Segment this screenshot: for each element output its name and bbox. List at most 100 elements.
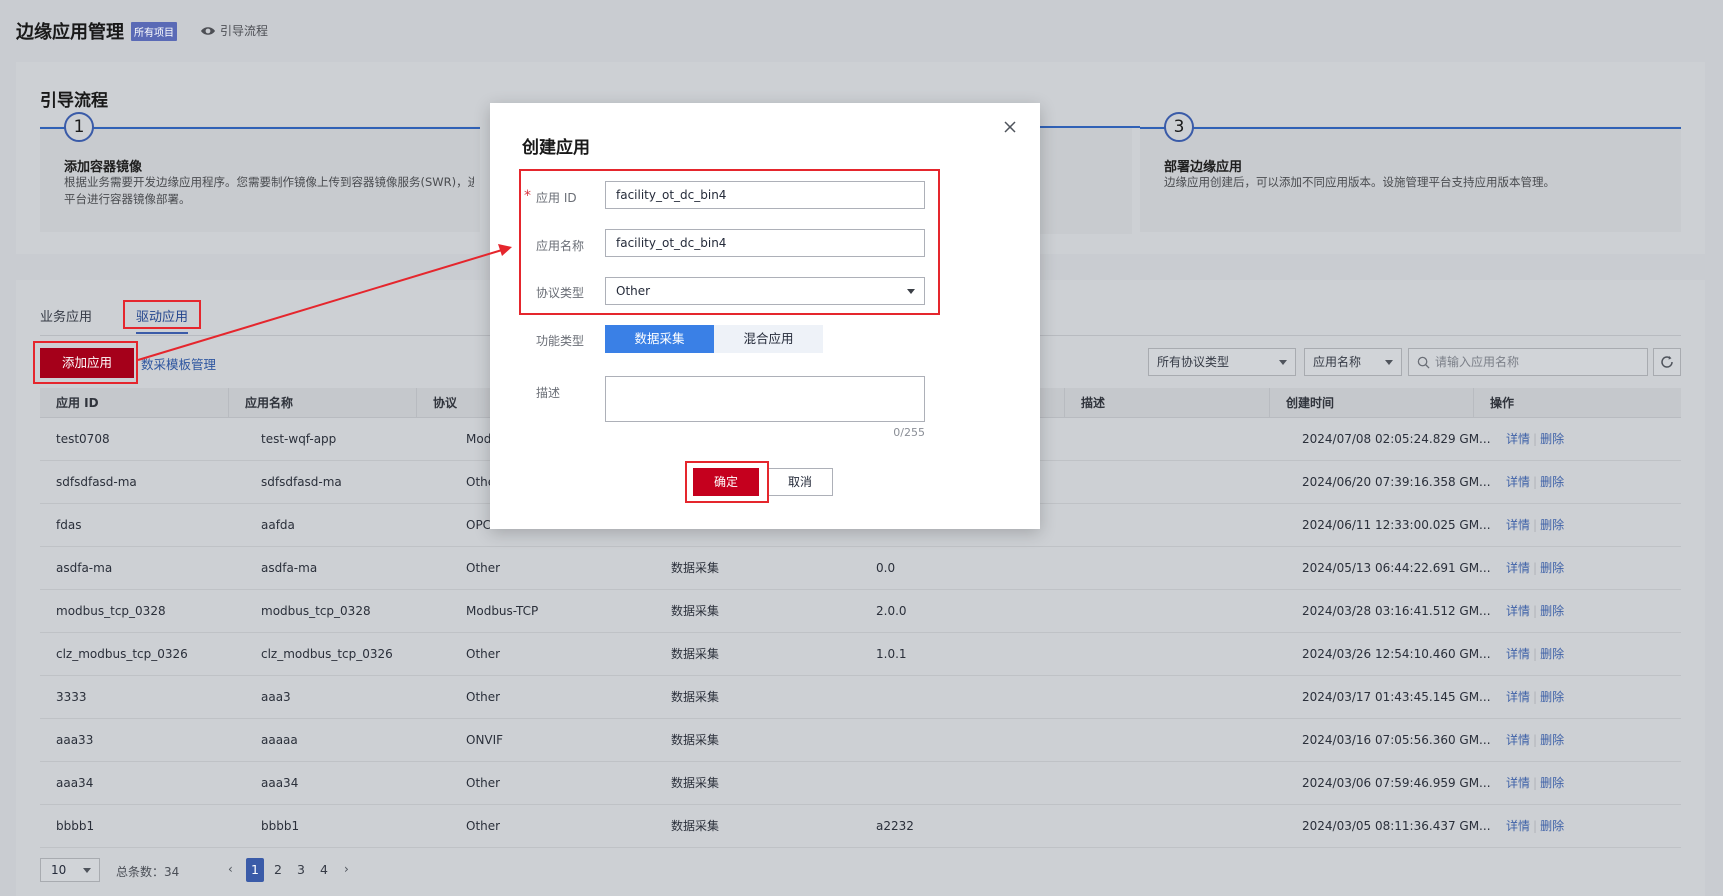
search-input[interactable] (1435, 352, 1640, 372)
tab-driver-apps-label: 驱动应用 (136, 310, 189, 325)
step-number-circle: 1 (64, 112, 94, 142)
prev-page-icon[interactable]: ‹ (228, 862, 233, 876)
close-icon[interactable] (1002, 119, 1018, 135)
confirm-button[interactable]: 确定 (693, 468, 759, 496)
cell-app-id: sdfsdfasd-ma (56, 475, 137, 489)
delete-link[interactable]: 删除 (1540, 561, 1564, 575)
delete-link[interactable]: 删除 (1540, 518, 1564, 532)
cell-function-type: 数据采集 (671, 604, 720, 618)
page-1[interactable]: 1 (246, 858, 264, 882)
cell-created-time: 2024/06/11 12:33:00.025 GM... (1302, 518, 1491, 532)
guide-step-1: 1 添加容器镜像 根据业务需要开发边缘应用程序。您需要制作镜像上传到容器镜像服务… (40, 112, 480, 232)
cancel-button[interactable]: 取消 (767, 468, 833, 496)
description-textarea[interactable] (605, 376, 925, 422)
tab-business-apps[interactable]: 业务应用 (40, 306, 92, 325)
function-type-data-collection[interactable]: 数据采集 (605, 325, 714, 353)
cell-app-id: asdfa-ma (56, 561, 113, 575)
function-type-hybrid[interactable]: 混合应用 (714, 325, 823, 353)
protocol-filter-select[interactable]: 所有协议类型 (1148, 348, 1296, 376)
delete-link[interactable]: 删除 (1540, 432, 1564, 446)
detail-link[interactable]: 详情 (1506, 733, 1530, 747)
cell-version: 2.0.0 (876, 604, 907, 618)
cell-actions: 详情 | 删除 (1506, 547, 1564, 590)
detail-link[interactable]: 详情 (1506, 475, 1530, 489)
cell-actions: 详情 | 删除 (1506, 461, 1564, 504)
action-divider: | (1533, 604, 1538, 618)
delete-link[interactable]: 删除 (1540, 690, 1564, 704)
page-4[interactable]: 4 (314, 858, 334, 882)
cell-function-type: 数据采集 (671, 733, 720, 747)
template-manage-link[interactable]: 数采模板管理 (141, 354, 216, 373)
step-title: 添加容器镜像 (64, 160, 143, 175)
cell-protocol: Other (466, 690, 501, 704)
cell-created-time: 2024/03/17 01:43:45.145 GM... (1302, 690, 1491, 704)
th-description: 描述 (1064, 388, 1105, 418)
table-row: aaa34 aaa34 Other 数据采集 2024/03/06 07:59:46.9… (40, 762, 1681, 805)
project-badge: 所有项目 (131, 22, 177, 41)
chevron-down-icon (1279, 360, 1287, 365)
delete-link[interactable]: 删除 (1540, 475, 1564, 489)
tab-driver-apps[interactable]: 驱动应用 (136, 306, 189, 334)
app-id-label: 应用 ID (536, 191, 577, 205)
cell-version: a2232 (876, 819, 914, 833)
guide-link[interactable]: 引导流程 (200, 22, 268, 39)
page-3[interactable]: 3 (291, 858, 311, 882)
refresh-button[interactable] (1653, 348, 1681, 376)
app-id-input[interactable] (605, 181, 925, 209)
detail-link[interactable]: 详情 (1506, 432, 1530, 446)
step-line (1140, 127, 1681, 129)
detail-link[interactable]: 详情 (1506, 518, 1530, 532)
cell-protocol: Other (466, 819, 501, 833)
delete-link[interactable]: 删除 (1540, 604, 1564, 618)
cell-actions: 详情 | 删除 (1506, 676, 1564, 719)
detail-link[interactable]: 详情 (1506, 604, 1530, 618)
cell-app-name: aafda (261, 518, 295, 532)
cell-protocol: ONVIF (466, 733, 504, 747)
detail-link[interactable]: 详情 (1506, 561, 1530, 575)
cell-function-type: 数据采集 (671, 819, 720, 833)
cell-app-id: 3333 (56, 690, 87, 704)
cell-created-time: 2024/07/08 02:05:24.829 GM... (1302, 432, 1491, 446)
app-name-input[interactable] (605, 229, 925, 257)
add-app-button[interactable]: 添加应用 (40, 348, 134, 378)
step-desc-line: 根据业务需要开发边缘应用程序。您需要制作镜像上传到容器镜像服务(SWR)，进 (64, 175, 474, 189)
detail-link[interactable]: 详情 (1506, 647, 1530, 661)
action-divider: | (1533, 475, 1538, 489)
cell-created-time: 2024/03/28 03:16:41.512 GM... (1302, 604, 1491, 618)
table-row: clz_modbus_tcp_0326 clz_modbus_tcp_0326 Ot… (40, 633, 1681, 676)
eye-icon (201, 26, 215, 35)
cell-protocol: Other (466, 561, 501, 575)
cell-created-time: 2024/06/20 07:39:16.358 GM... (1302, 475, 1491, 489)
detail-link[interactable]: 详情 (1506, 776, 1530, 790)
cell-app-name: clz_modbus_tcp_0326 (261, 647, 393, 661)
page-size-select[interactable]: 10 (40, 858, 100, 882)
action-divider: | (1533, 647, 1538, 661)
delete-link[interactable]: 删除 (1540, 776, 1564, 790)
protocol-type-value: Other (616, 284, 651, 298)
detail-link[interactable]: 详情 (1506, 690, 1530, 704)
step-title: 部署边缘应用 (1164, 160, 1243, 175)
th-protocol: 协议 (416, 388, 457, 418)
action-divider: | (1533, 561, 1538, 575)
detail-link[interactable]: 详情 (1506, 819, 1530, 833)
action-divider: | (1533, 733, 1538, 747)
total-count: 总条数：34 (116, 865, 180, 879)
cell-app-name: aaaaa (261, 733, 298, 747)
page-size-value: 10 (51, 863, 67, 877)
cell-protocol: Other (466, 776, 501, 790)
cell-protocol: Modbus-TCP (466, 604, 539, 618)
cell-created-time: 2024/03/26 12:54:10.460 GM... (1302, 647, 1491, 661)
cell-app-name: bbbb1 (261, 819, 300, 833)
name-filter-select[interactable]: 应用名称 (1304, 348, 1402, 376)
delete-link[interactable]: 删除 (1540, 647, 1564, 661)
page-2[interactable]: 2 (268, 858, 288, 882)
description-char-counter: 0/255 (893, 426, 925, 439)
delete-link[interactable]: 删除 (1540, 733, 1564, 747)
cell-actions: 详情 | 删除 (1506, 418, 1564, 461)
delete-link[interactable]: 删除 (1540, 819, 1564, 833)
protocol-type-select[interactable]: Other (605, 277, 925, 305)
cell-created-time: 2024/05/13 06:44:22.691 GM... (1302, 561, 1491, 575)
cell-created-time: 2024/03/06 07:59:46.959 GM... (1302, 776, 1491, 790)
next-page-icon[interactable]: › (344, 862, 349, 876)
table-row: modbus_tcp_0328 modbus_tcp_0328 Modbus-TCP… (40, 590, 1681, 633)
